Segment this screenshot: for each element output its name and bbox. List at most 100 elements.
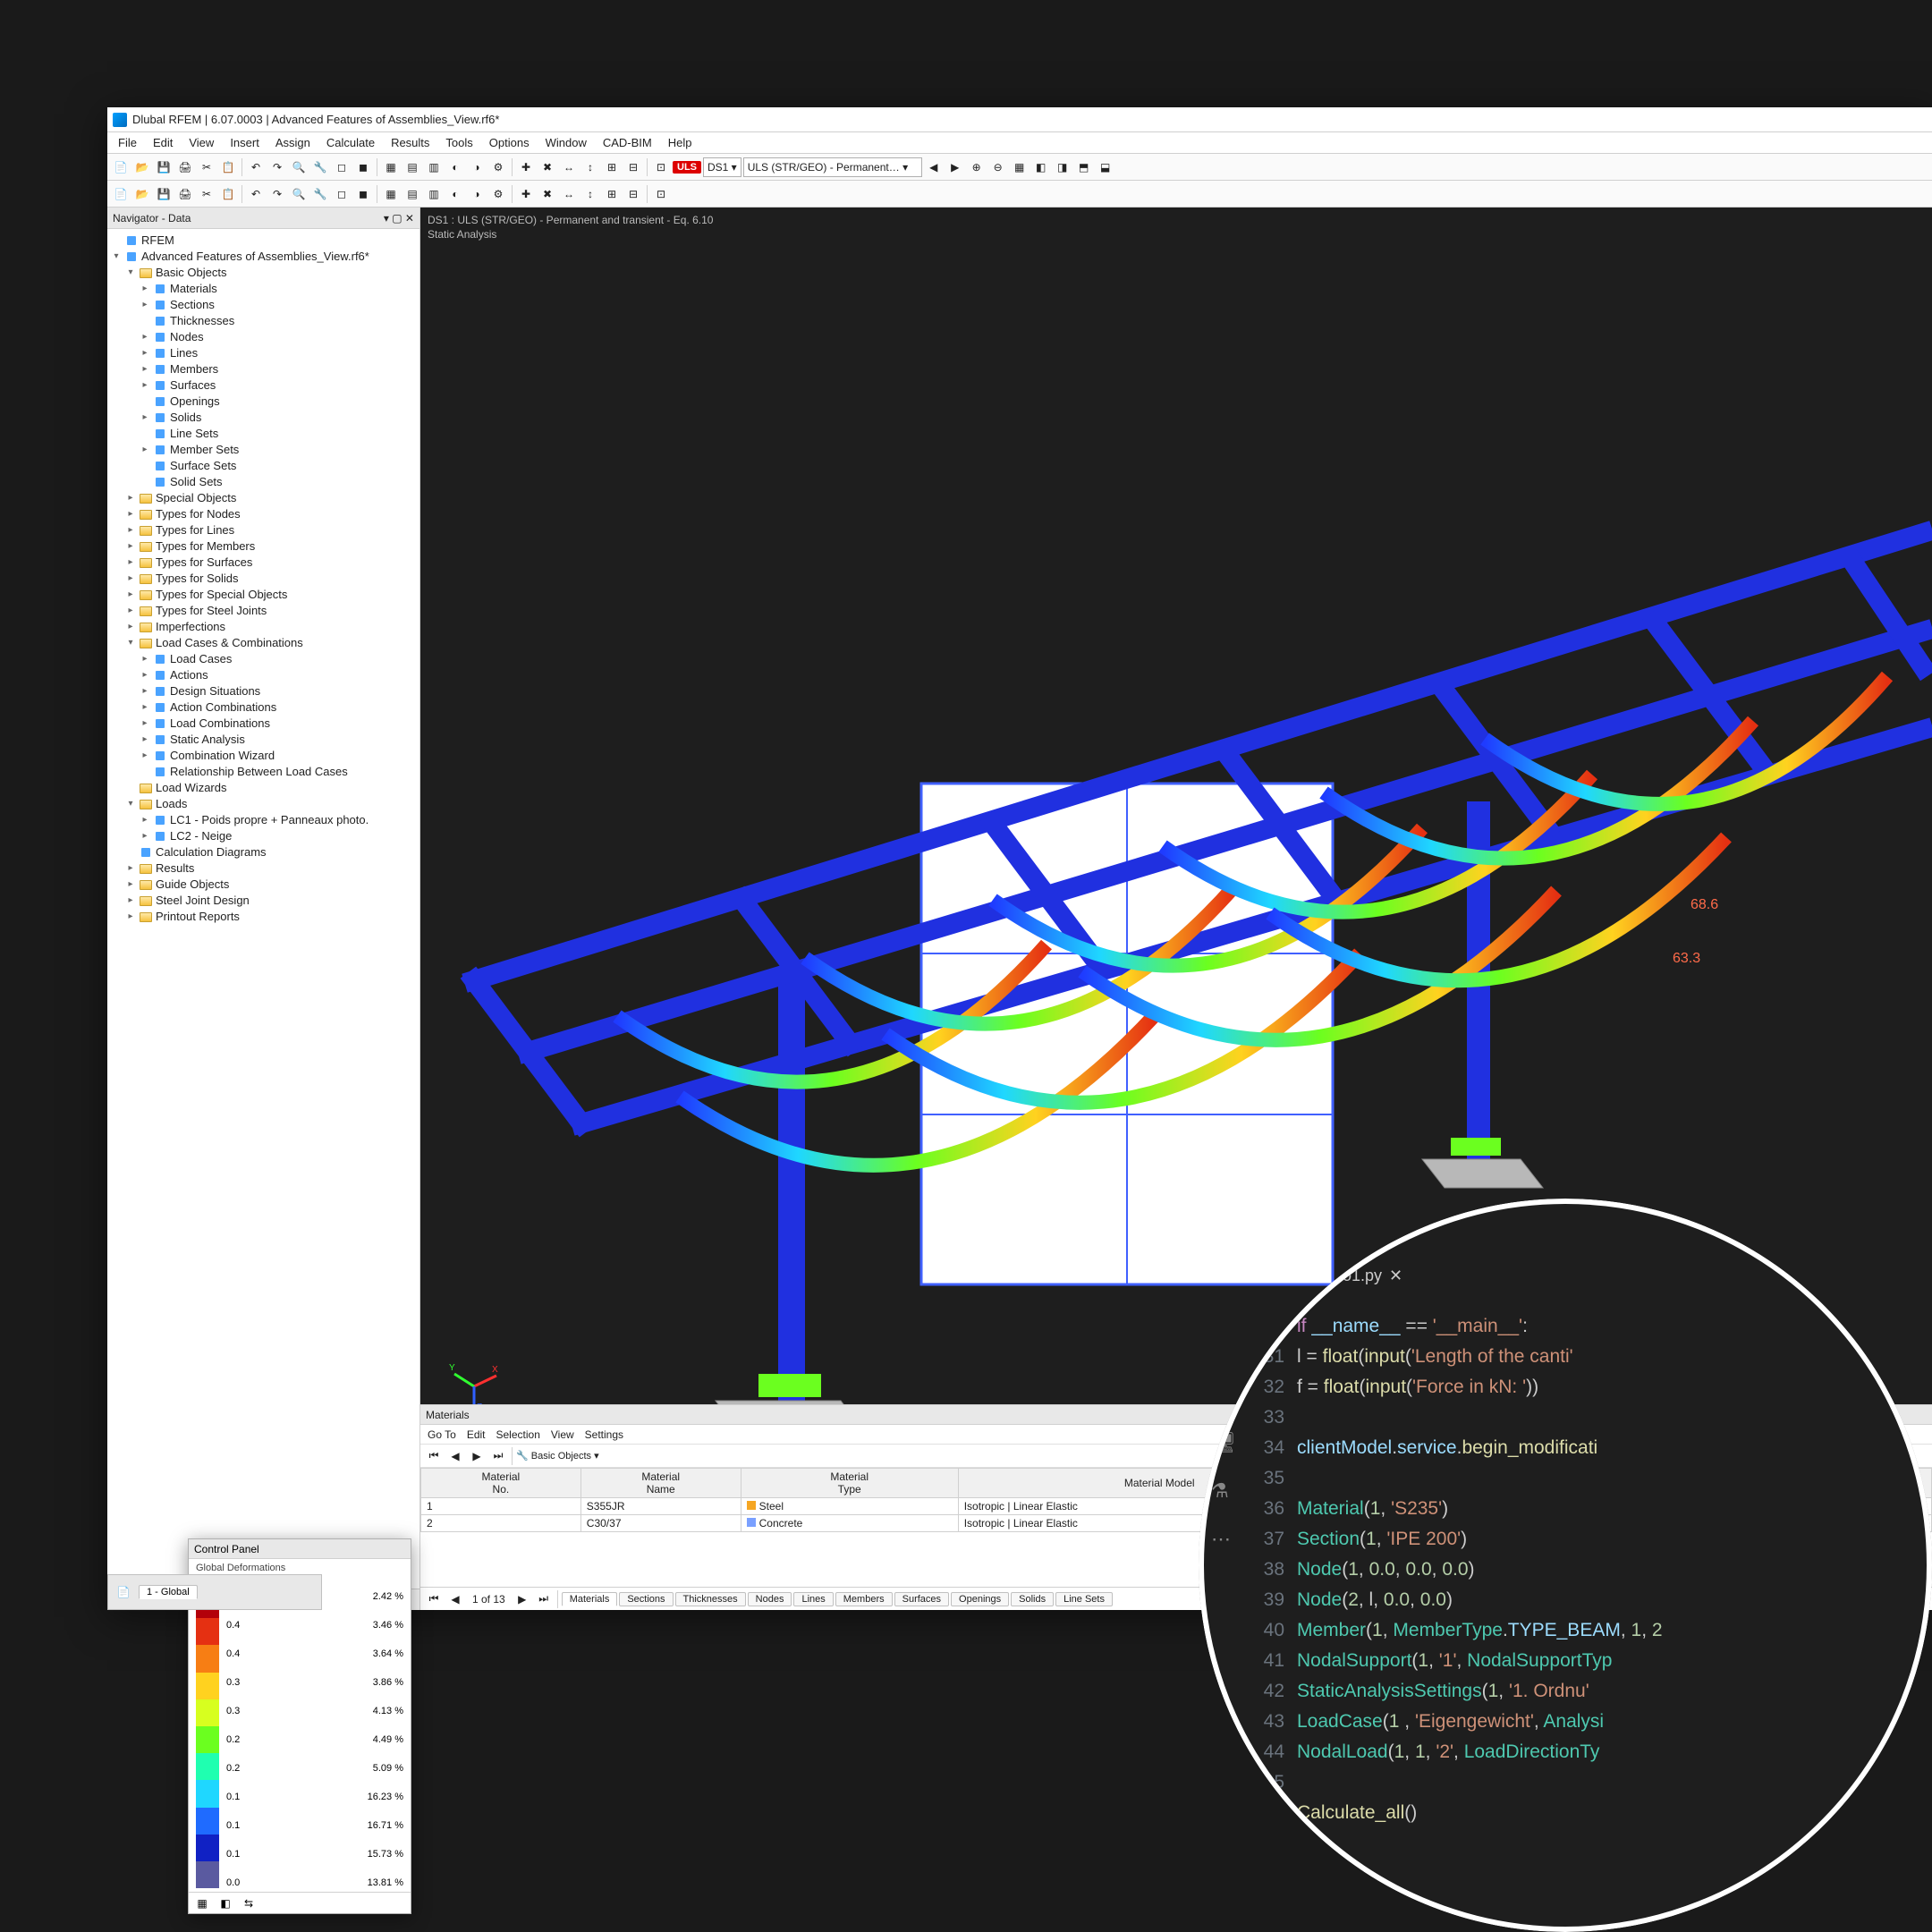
tree-node[interactable]: ▸Steel Joint Design: [107, 893, 419, 909]
tree-node[interactable]: ▸Surfaces: [107, 377, 419, 394]
tb-btn-6[interactable]: ↶: [246, 157, 266, 177]
tb-btn-17[interactable]: ⚙: [488, 184, 508, 204]
tree-node[interactable]: ▸Member Sets: [107, 442, 419, 458]
dock-tab-members[interactable]: Members: [835, 1592, 893, 1606]
tb-btn-23[interactable]: ⊟: [623, 157, 643, 177]
tree-node[interactable]: ▸Combination Wizard: [107, 748, 419, 764]
dock-menu-view[interactable]: View: [551, 1428, 574, 1441]
tb-btn-1[interactable]: 📂: [132, 184, 152, 204]
tree-node[interactable]: ▸Load Combinations: [107, 716, 419, 732]
tb-btn-18[interactable]: ✚: [516, 184, 536, 204]
tb-btn-22[interactable]: ⊞: [602, 157, 622, 177]
tb-btn-14[interactable]: ▥: [424, 184, 444, 204]
tree-node[interactable]: ▸Materials: [107, 281, 419, 297]
tree-node[interactable]: ▸Static Analysis: [107, 732, 419, 748]
tree-node[interactable]: Thicknesses: [107, 313, 419, 329]
tree-node[interactable]: ▸Guide Objects: [107, 877, 419, 893]
tb-btn-21[interactable]: ↕: [580, 184, 600, 204]
panel-controls[interactable]: ▾ ▢ ✕: [384, 212, 414, 225]
nav-next-icon[interactable]: ▶: [467, 1446, 487, 1466]
tree-view[interactable]: RFEM▾Advanced Features of Assemblies_Vie…: [107, 229, 419, 1589]
dock-tab-solids[interactable]: Solids: [1011, 1592, 1054, 1606]
tree-node[interactable]: ▾Loads: [107, 796, 419, 812]
menu-results[interactable]: Results: [384, 134, 436, 151]
menu-file[interactable]: File: [111, 134, 144, 151]
tb-btn-0[interactable]: 📄: [111, 157, 131, 177]
dock-tab-surfaces[interactable]: Surfaces: [894, 1592, 949, 1606]
more-icon[interactable]: ⋯: [1211, 1528, 1236, 1551]
tree-node[interactable]: ▸Types for Lines: [107, 522, 419, 538]
tb-btn-22[interactable]: ⊞: [602, 184, 622, 204]
tree-node[interactable]: Line Sets: [107, 426, 419, 442]
tree-node[interactable]: ▸Solids: [107, 410, 419, 426]
tree-node[interactable]: Calculation Diagrams: [107, 844, 419, 860]
dock-tab-nodes[interactable]: Nodes: [748, 1592, 792, 1606]
tb-btn-7[interactable]: ↷: [267, 157, 287, 177]
tree-node[interactable]: ▸Types for Surfaces: [107, 555, 419, 571]
tb-btn-11[interactable]: ◼: [353, 157, 373, 177]
tree-node[interactable]: ▸Load Cases: [107, 651, 419, 667]
tb-btn-20[interactable]: ↔: [559, 157, 579, 177]
testing-icon[interactable]: ⚗: [1211, 1479, 1236, 1503]
tree-node[interactable]: ▸Printout Reports: [107, 909, 419, 925]
tab-icon[interactable]: 📄: [114, 1582, 133, 1602]
tb-btn-0[interactable]: 📄: [111, 184, 131, 204]
tb-btn-15[interactable]: ◐: [445, 157, 465, 177]
tb-btn-9[interactable]: 🔧: [310, 157, 330, 177]
tb-btn-12[interactable]: ▦: [381, 157, 401, 177]
menu-tools[interactable]: Tools: [438, 134, 479, 151]
tree-node[interactable]: ▸Members: [107, 361, 419, 377]
breadcrumb[interactable]: 🔧 Basic Objects ▾: [516, 1450, 599, 1462]
tree-node[interactable]: ▸Action Combinations: [107, 699, 419, 716]
tb-btn-15[interactable]: ◐: [445, 184, 465, 204]
tree-node[interactable]: ▸LC2 - Neige: [107, 828, 419, 844]
menu-calculate[interactable]: Calculate: [319, 134, 382, 151]
tree-node[interactable]: ▸LC1 - Poids propre + Panneaux photo.: [107, 812, 419, 828]
tree-node[interactable]: ▸Nodes: [107, 329, 419, 345]
menu-options[interactable]: Options: [482, 134, 537, 151]
tb-btn-16[interactable]: ◑: [467, 184, 487, 204]
tree-node[interactable]: ▸Types for Steel Joints: [107, 603, 419, 619]
tb-btn-16[interactable]: ◑: [467, 157, 487, 177]
legend-opt3-icon[interactable]: ⇆: [239, 1894, 258, 1913]
tree-node[interactable]: ▸Sections: [107, 297, 419, 313]
dock-tab-materials[interactable]: Materials: [562, 1592, 618, 1606]
code-content[interactable]: 30if __name__ == '__main__':31 l = float…: [1258, 1311, 1927, 1927]
nav-first-icon[interactable]: ⏮: [424, 1446, 444, 1466]
model-tab[interactable]: 1 - Global: [139, 1585, 198, 1599]
tb-btn-10[interactable]: ◻: [332, 184, 352, 204]
tree-node[interactable]: Load Wizards: [107, 780, 419, 796]
tb-btn-9[interactable]: 🔧: [310, 184, 330, 204]
tb-btn-17[interactable]: ⚙: [488, 157, 508, 177]
tree-node[interactable]: ▸Types for Members: [107, 538, 419, 555]
dock-menu-go-to[interactable]: Go To: [428, 1428, 456, 1441]
menu-help[interactable]: Help: [661, 134, 699, 151]
tb-btn-8[interactable]: 🔍: [289, 157, 309, 177]
menu-view[interactable]: View: [182, 134, 221, 151]
tb-btn-5[interactable]: 📋: [218, 184, 238, 204]
tb-btn-19[interactable]: ✖: [538, 184, 557, 204]
tb-btn-7[interactable]: ↷: [267, 184, 287, 204]
tb-btn-13[interactable]: ▤: [402, 184, 422, 204]
dock-tab-line-sets[interactable]: Line Sets: [1055, 1592, 1113, 1606]
tb-btn-1[interactable]: 📂: [132, 157, 152, 177]
tree-node[interactable]: ▾Load Cases & Combinations: [107, 635, 419, 651]
tb-btn-18[interactable]: ✚: [516, 157, 536, 177]
dock-menu-edit[interactable]: Edit: [467, 1428, 486, 1441]
tree-node[interactable]: ▸Types for Solids: [107, 571, 419, 587]
tb-btn-5[interactable]: 📋: [218, 157, 238, 177]
tree-node[interactable]: Surface Sets: [107, 458, 419, 474]
dock-tab-openings[interactable]: Openings: [951, 1592, 1009, 1606]
tree-node[interactable]: Solid Sets: [107, 474, 419, 490]
tree-node[interactable]: Relationship Between Load Cases: [107, 764, 419, 780]
tb-btn-20[interactable]: ↔: [559, 184, 579, 204]
dock-tab-sections[interactable]: Sections: [619, 1592, 673, 1606]
tb-btn-24[interactable]: ⊡: [651, 184, 671, 204]
menu-window[interactable]: Window: [538, 134, 594, 151]
close-icon[interactable]: ✕: [1389, 1267, 1402, 1285]
tree-node[interactable]: ▸Actions: [107, 667, 419, 683]
tb-btn-14[interactable]: ▥: [424, 157, 444, 177]
dock-tab-thicknesses[interactable]: Thicknesses: [675, 1592, 746, 1606]
menu-insert[interactable]: Insert: [223, 134, 267, 151]
tb-btn-12[interactable]: ▦: [381, 184, 401, 204]
